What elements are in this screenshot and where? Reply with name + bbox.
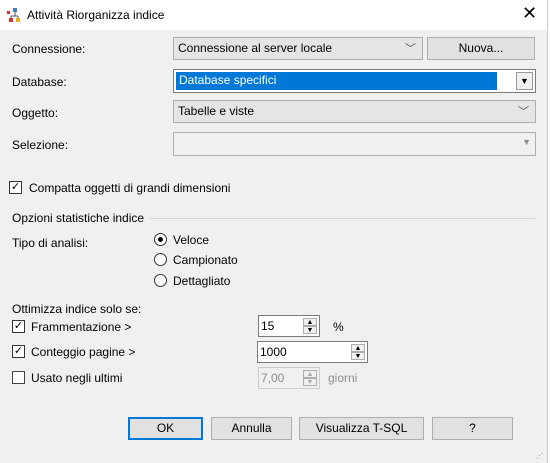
cancel-button[interactable]: Annulla xyxy=(211,417,292,440)
radio-sampled[interactable] xyxy=(154,253,167,266)
fragmentation-unit: % xyxy=(333,320,344,334)
spin-up-icon[interactable]: ▲ xyxy=(303,318,317,326)
scan-type-label: Tipo di analisi: xyxy=(12,236,89,250)
object-value: Tabelle e viste xyxy=(178,104,255,118)
used-last-label: Usato negli ultimi xyxy=(31,371,123,385)
radio-detailed[interactable] xyxy=(154,274,167,287)
connection-select[interactable]: Connessione al server locale ﹀ xyxy=(173,37,423,60)
window-title: Attività Riorganizza indice xyxy=(27,8,165,22)
optimize-title: Ottimizza indice solo se: xyxy=(12,302,142,316)
stats-group-title: Opzioni statistiche indice xyxy=(12,211,145,225)
help-button[interactable]: ? xyxy=(432,417,513,440)
connection-value: Connessione al server locale xyxy=(178,41,333,55)
connection-label: Connessione: xyxy=(12,42,86,56)
spin-up-icon[interactable]: ▲ xyxy=(351,344,365,352)
dropdown-arrow-icon: ▼ xyxy=(522,137,531,147)
compact-checkbox[interactable]: ✓ xyxy=(9,181,22,194)
database-label: Database: xyxy=(12,75,67,89)
chevron-down-icon: ﹀ xyxy=(518,106,529,118)
fragmentation-checkbox[interactable]: ✓ xyxy=(12,320,25,333)
selection-select[interactable]: ▼ xyxy=(173,132,536,156)
radio-fast-label: Veloce xyxy=(173,233,210,247)
spin-up-icon[interactable]: ▲ xyxy=(303,370,317,378)
selection-label: Selezione: xyxy=(12,138,69,152)
dropdown-arrow-icon: ▼ xyxy=(516,72,533,90)
view-tsql-button[interactable]: Visualizza T-SQL xyxy=(299,417,424,440)
page-count-spinner[interactable]: 1000 ▲ ▼ xyxy=(257,341,368,363)
database-select[interactable]: Database specifici ▼ xyxy=(173,69,536,93)
fragmentation-spinner[interactable]: 15 ▲ ▼ xyxy=(258,315,320,337)
radio-sampled-label: Campionato xyxy=(173,253,238,267)
spin-down-icon[interactable]: ▼ xyxy=(303,326,317,334)
new-connection-button[interactable]: Nuova... xyxy=(427,37,535,60)
object-select[interactable]: Tabelle e viste ﹀ xyxy=(173,100,536,123)
database-value: Database specifici xyxy=(176,72,497,90)
page-count-checkbox[interactable]: ✓ xyxy=(12,345,25,358)
used-last-unit: giorni xyxy=(328,371,358,385)
used-last-spinner[interactable]: 7,00 ▲ ▼ xyxy=(258,367,320,389)
spin-down-icon[interactable]: ▼ xyxy=(351,352,365,360)
object-label: Oggetto: xyxy=(12,106,59,120)
radio-detailed-label: Dettagliato xyxy=(173,274,231,288)
page-count-label: Conteggio pagine > xyxy=(31,345,136,359)
maintenance-task-icon xyxy=(7,8,21,22)
close-icon[interactable]: ✕ xyxy=(522,3,537,24)
ok-button[interactable]: OK xyxy=(128,417,203,440)
compact-label: Compatta oggetti di grandi dimensioni xyxy=(29,181,231,195)
spin-down-icon[interactable]: ▼ xyxy=(303,378,317,386)
radio-fast[interactable] xyxy=(154,233,167,246)
group-divider xyxy=(150,218,535,219)
chevron-down-icon: ﹀ xyxy=(405,43,416,55)
fragmentation-label: Frammentazione > xyxy=(31,320,132,334)
resize-grip-icon[interactable]: ⋰ xyxy=(536,452,543,460)
used-last-checkbox[interactable] xyxy=(12,371,25,384)
